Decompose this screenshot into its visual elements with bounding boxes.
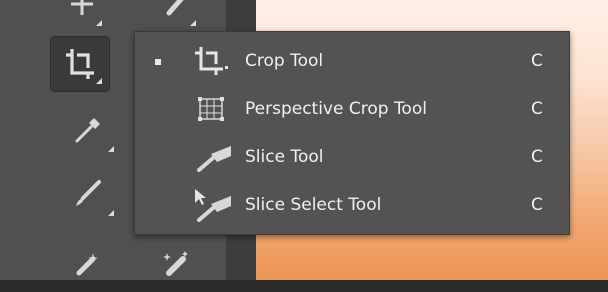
move-tool-button[interactable] — [52, 0, 112, 32]
menu-item-shortcut: C — [531, 195, 543, 215]
eyedropper-tool-button[interactable] — [58, 102, 118, 158]
brush-tool-icon — [71, 177, 105, 211]
tool-group-indicator — [108, 146, 114, 152]
menu-item-label: Slice Tool — [245, 147, 324, 167]
menu-item-crop-tool[interactable]: Crop Tool C — [135, 39, 569, 83]
selected-bullet-icon — [155, 59, 161, 65]
tool-group-indicator — [108, 210, 114, 216]
brush-tool-icon — [161, 0, 191, 19]
healing-tool-button[interactable] — [58, 236, 118, 292]
menu-item-label: Crop Tool — [245, 51, 324, 71]
menu-item-shortcut: C — [531, 147, 543, 167]
magic-eraser-tool-button[interactable] — [146, 236, 206, 292]
tool-group-indicator — [96, 20, 102, 26]
menu-item-slice-tool[interactable]: Slice Tool C — [135, 135, 569, 179]
crop-icon — [183, 44, 243, 78]
crop-tool-flyout-menu: Crop Tool C Perspective Crop Tool C Slic… — [134, 31, 570, 235]
brush-tool-button-top[interactable] — [146, 0, 206, 32]
perspective-crop-icon — [183, 92, 243, 126]
magic-eraser-tool-icon — [159, 247, 193, 281]
tool-group-indicator — [96, 78, 102, 84]
menu-item-shortcut: C — [531, 51, 543, 71]
tool-group-indicator — [190, 20, 196, 26]
slice-select-icon — [183, 188, 243, 222]
menu-item-label: Slice Select Tool — [245, 195, 382, 215]
brush-tool-button[interactable] — [58, 166, 118, 222]
slice-icon — [183, 140, 243, 174]
healing-tool-icon — [71, 247, 105, 281]
eyedropper-tool-icon — [71, 113, 105, 147]
crop-tool-icon — [61, 46, 99, 82]
menu-item-perspective-crop-tool[interactable]: Perspective Crop Tool C — [135, 87, 569, 131]
move-tool-icon — [67, 0, 97, 19]
menu-item-slice-select-tool[interactable]: Slice Select Tool C — [135, 183, 569, 227]
menu-item-shortcut: C — [531, 99, 543, 119]
menu-item-label: Perspective Crop Tool — [245, 99, 427, 119]
crop-tool-button[interactable] — [50, 36, 110, 92]
